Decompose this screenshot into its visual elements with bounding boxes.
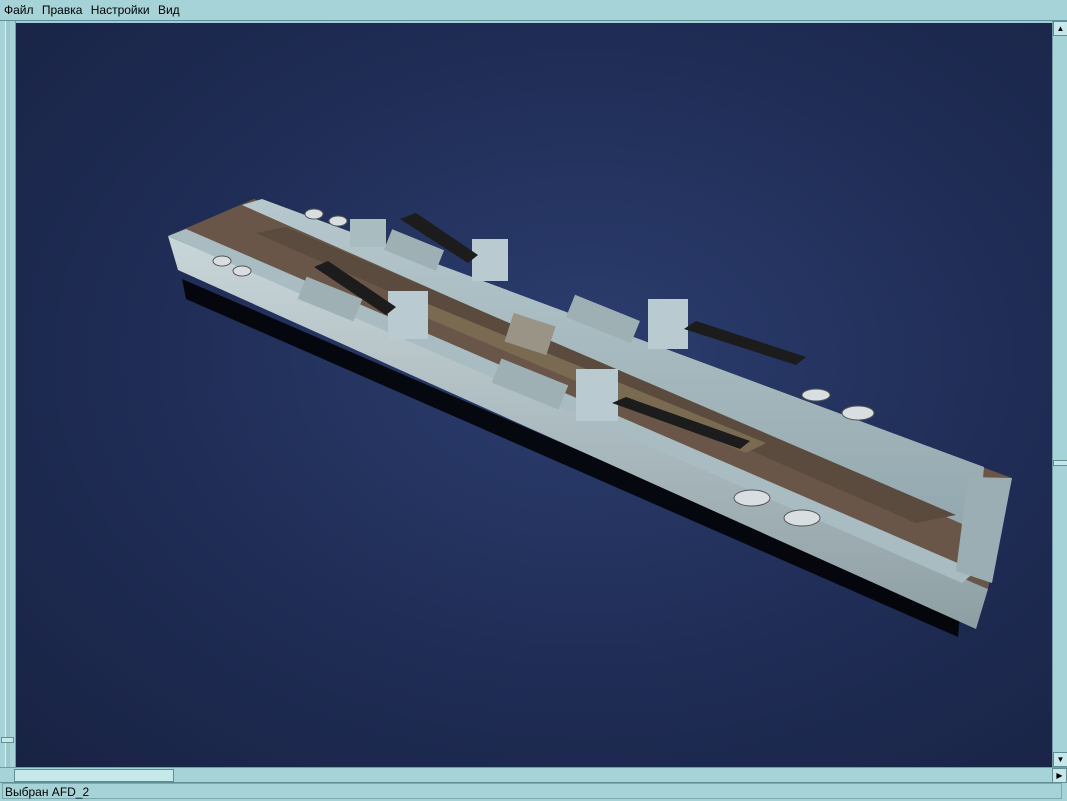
lifeboat-6 <box>783 509 821 527</box>
deck-house-5 <box>350 219 386 247</box>
lifeboat-1 <box>304 208 324 220</box>
scroll-down-button[interactable]: ▼ <box>1053 752 1067 767</box>
splitter-handle[interactable] <box>1 737 14 743</box>
lifeboat-4 <box>232 265 252 277</box>
menu-file[interactable]: Файл <box>4 3 34 17</box>
lifeboat-7 <box>801 388 831 402</box>
main-frame: ▲ ▼ ▶ <box>0 21 1067 783</box>
lifeboat-8 <box>841 405 875 421</box>
menu-view[interactable]: Вид <box>158 3 180 17</box>
menu-bar: Файл Правка Настройки Вид <box>0 0 1067 21</box>
lifeboat-2 <box>328 215 348 227</box>
left-splitter[interactable] <box>0 21 16 767</box>
menu-edit[interactable]: Правка <box>42 3 83 17</box>
3d-viewport[interactable] <box>16 23 1052 767</box>
lifeboat-5 <box>733 489 771 507</box>
splitter-track <box>5 21 10 767</box>
scroll-up-button[interactable]: ▲ <box>1053 21 1067 36</box>
vertical-scrollbar[interactable]: ▲ ▼ <box>1052 21 1067 767</box>
menu-settings[interactable]: Настройки <box>91 3 150 17</box>
status-text: Выбран AFD_2 <box>2 783 1062 799</box>
horizontal-scrollbar[interactable]: ▶ <box>0 767 1067 783</box>
ship-scene <box>168 199 1012 637</box>
vertical-scroll-thumb[interactable] <box>1053 460 1067 466</box>
status-bar: Выбран AFD_2 <box>0 782 1067 801</box>
horizontal-scroll-thumb[interactable] <box>14 769 174 782</box>
scroll-right-button[interactable]: ▶ <box>1052 768 1067 783</box>
lifeboat-3 <box>212 255 232 267</box>
